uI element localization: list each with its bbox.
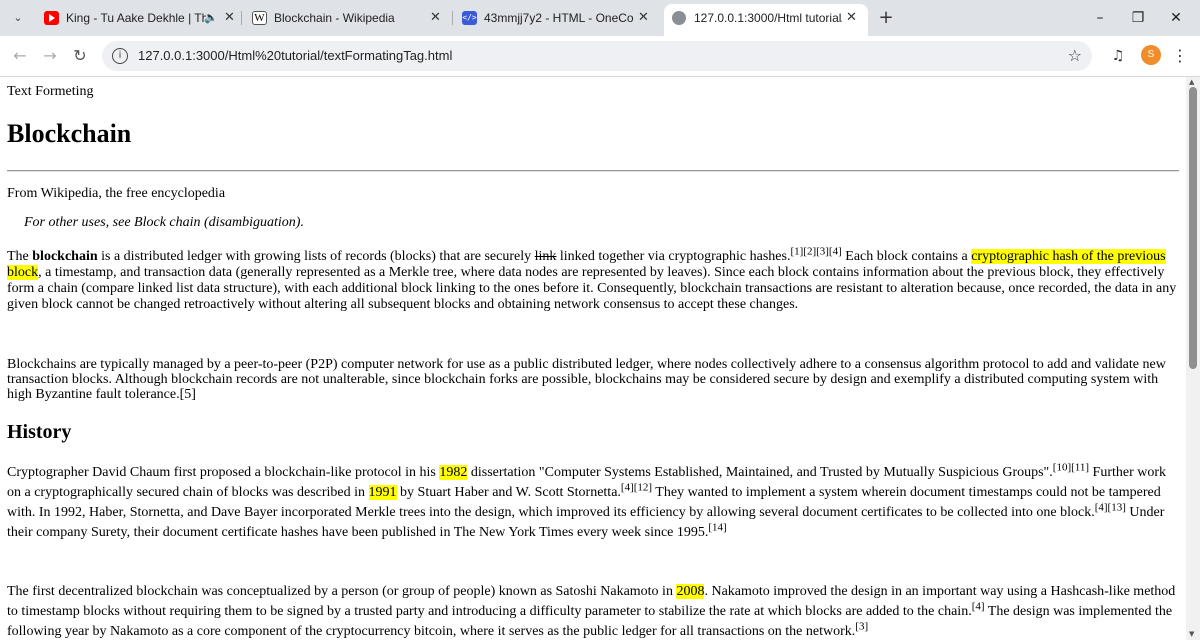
- url-text[interactable]: 127.0.0.1:3000/Html%20tutorial/textForma…: [138, 41, 452, 71]
- site-info-icon[interactable]: i: [112, 48, 128, 64]
- scroll-up-icon[interactable]: ▲: [1189, 78, 1194, 86]
- citation: [4][13]: [1094, 501, 1126, 514]
- close-tab-icon[interactable]: ✕: [224, 4, 235, 32]
- close-window-button[interactable]: ✕: [1164, 6, 1188, 30]
- intro-paragraph: The blockchain is a distributed ledger w…: [7, 245, 1177, 312]
- close-tab-icon[interactable]: ✕: [638, 4, 649, 32]
- address-bar[interactable]: i 127.0.0.1:3000/Html%20tutorial/textFor…: [102, 41, 1092, 71]
- citation: [1][2][3][4]: [790, 245, 842, 258]
- forward-button[interactable]: →: [38, 44, 62, 68]
- tab-separator: [452, 11, 453, 25]
- tab-title: 127.0.0.1:3000/Html tutorial/te: [694, 11, 842, 25]
- bookmark-star-icon[interactable]: ☆: [1068, 41, 1082, 71]
- wikipedia-icon: W: [252, 11, 267, 25]
- new-tab-button[interactable]: +: [876, 6, 896, 30]
- heading-divider: [7, 170, 1179, 172]
- media-controls-icon[interactable]: ♫: [1106, 44, 1130, 68]
- youtube-icon: [44, 11, 59, 25]
- browser-toolbar: ← → ↻ i 127.0.0.1:3000/Html%20tutorial/t…: [0, 36, 1200, 77]
- page-heading: Blockchain: [7, 119, 132, 148]
- onecompiler-icon: </>: [462, 11, 477, 25]
- speaker-icon[interactable]: 🔈: [204, 4, 218, 32]
- close-tab-icon[interactable]: ✕: [430, 4, 441, 32]
- tab-youtube[interactable]: King - Tu Aake Dekhle | The 🔈 ✕: [36, 4, 238, 32]
- citation: [14]: [708, 521, 727, 534]
- history-paragraph-1: Cryptographer David Chaum first proposed…: [7, 461, 1167, 540]
- document-title: Text Formeting: [7, 84, 94, 99]
- tab-title: Blockchain - Wikipedia: [274, 11, 395, 25]
- tab-title: 43mmjj7y2 - HTML - OneComp: [484, 11, 634, 25]
- citation: [3]: [855, 620, 869, 633]
- bold-term: blockchain: [32, 249, 98, 264]
- citation: [4]: [971, 600, 985, 613]
- citation: [4][12]: [620, 481, 653, 494]
- tab-title: King - Tu Aake Dekhle | The: [66, 11, 206, 25]
- highlighted-year: 2008: [676, 584, 705, 599]
- page-viewport: Text Formeting Blockchain From Wikipedia…: [0, 77, 1186, 640]
- reload-button[interactable]: ↻: [68, 44, 92, 68]
- highlighted-year: 1991: [368, 485, 397, 500]
- tab-onecompiler[interactable]: </> 43mmjj7y2 - HTML - OneComp ✕: [454, 4, 660, 32]
- paragraph-p2p: Blockchains are typically managed by a p…: [7, 357, 1166, 402]
- page-scrollbar[interactable]: ▲ ▼: [1186, 77, 1200, 640]
- history-paragraph-2: The first decentralized blockchain was c…: [7, 584, 1176, 639]
- source-tagline: From Wikipedia, the free encyclopedia: [7, 186, 226, 201]
- strikethrough-text: link: [534, 249, 557, 264]
- globe-icon: [672, 11, 686, 25]
- close-tab-icon[interactable]: ✕: [846, 4, 857, 32]
- tab-strip: ⌄ King - Tu Aake Dekhle | The 🔈 ✕ W Bloc…: [0, 0, 1200, 36]
- back-button[interactable]: ←: [8, 44, 32, 68]
- tab-localhost[interactable]: 127.0.0.1:3000/Html tutorial/te ✕: [664, 4, 868, 36]
- hatnote: For other uses, see Block chain (disambi…: [24, 215, 304, 230]
- menu-kebab-icon[interactable]: ⋮: [1170, 44, 1190, 68]
- section-heading-history: History: [7, 421, 72, 443]
- tab-search-chevron-icon[interactable]: ⌄: [8, 8, 28, 28]
- minimize-button[interactable]: –: [1088, 6, 1112, 30]
- citation: [10][11]: [1052, 461, 1090, 474]
- tab-separator: [241, 11, 242, 25]
- highlighted-year: 1982: [439, 465, 468, 480]
- profile-avatar[interactable]: S: [1141, 45, 1161, 65]
- scroll-down-icon[interactable]: ▼: [1189, 630, 1194, 638]
- tab-wikipedia[interactable]: W Blockchain - Wikipedia ✕: [244, 4, 450, 32]
- scrollbar-thumb[interactable]: [1189, 87, 1197, 369]
- restore-button[interactable]: ❐: [1126, 6, 1150, 30]
